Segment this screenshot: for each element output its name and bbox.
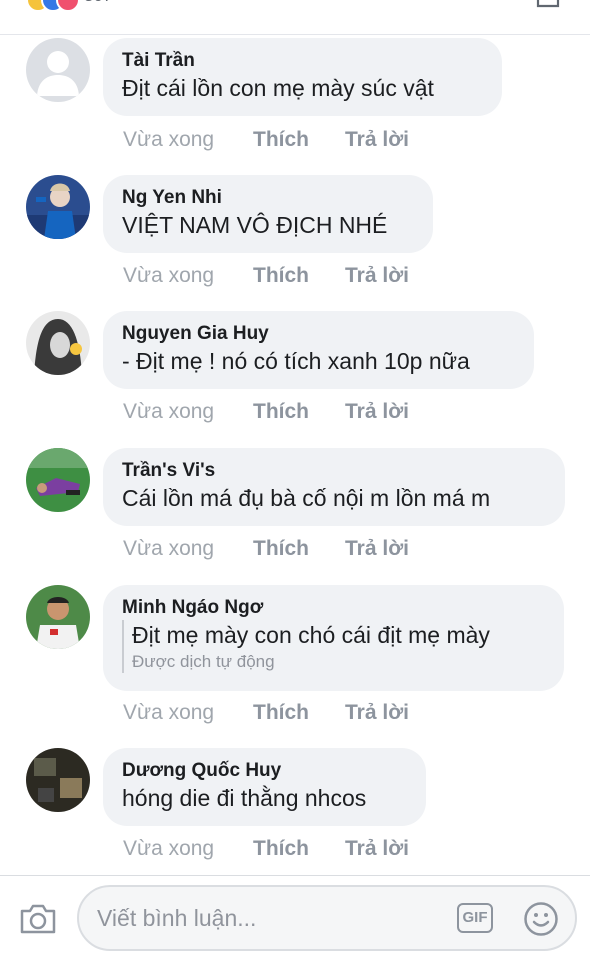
comment-bubble[interactable]: Dương Quốc Huy hóng die đi thằng nhcos [103,748,426,826]
avatar[interactable] [26,448,90,512]
like-button[interactable]: Thích [253,264,345,288]
comment-text: hóng die đi thằng nhcos [122,785,367,811]
comment-bubble[interactable]: Nguyen Gia Huy - Địt mẹ ! nó có tích xan… [103,311,534,389]
gif-button[interactable]: GIF [457,903,493,933]
comment-bubble[interactable]: Minh Ngáo Ngơ Địt mẹ mày con chó cái địt… [103,585,564,691]
comment-timestamp: Vừa xong [123,701,215,724]
emoji-icon[interactable] [523,901,559,937]
commenter-name[interactable]: Trần's Vi's [122,459,545,483]
commenter-name[interactable]: Dương Quốc Huy [122,759,406,783]
avatar[interactable] [26,585,90,649]
reply-button[interactable]: Trả lời [345,264,409,288]
comment-composer: Viết bình luận... GIF [0,875,590,961]
comment-placeholder: Viết bình luận... [97,905,257,931]
like-button[interactable]: Thích [253,537,345,561]
comment-actions: Vừa xong Thích Trả lời [123,837,409,861]
comment-input[interactable]: Viết bình luận... GIF [77,885,577,951]
reply-button[interactable]: Trả lời [345,128,409,152]
commenter-name[interactable]: Minh Ngáo Ngơ [122,596,544,620]
auto-translated-note[interactable]: Được dịch tự động [132,651,544,673]
avatar[interactable] [26,38,90,102]
reply-button[interactable]: Trả lời [345,537,409,561]
comment-bubble[interactable]: Tài Trần Địt cái lồn con mẹ mày súc vật [103,38,502,116]
comment-bubble[interactable]: Ng Yen Nhi VIỆT NAM VÔ ĐỊCH NHÉ [103,175,433,253]
default-avatar-icon [26,38,90,102]
comment-text: - Địt mẹ ! nó có tích xanh 10p nữa [122,348,470,374]
user-photo-avatar [26,748,90,812]
user-photo-avatar [26,448,90,512]
comment-text: Địt cái lồn con mẹ mày súc vật [122,75,434,101]
user-photo-avatar [26,175,90,239]
comment-timestamp: Vừa xong [123,264,215,287]
comment-text: Địt mẹ mày con chó cái địt mẹ mày [132,622,490,648]
avatar[interactable] [26,748,90,812]
comment-text: Cái lồn má đụ bà cố nội m lồn má m [122,485,491,511]
comment-timestamp: Vừa xong [123,128,215,151]
comment-actions: Vừa xong Thích Trả lời [123,264,409,288]
like-button[interactable]: Thích [253,837,345,861]
comment-timestamp: Vừa xong [123,837,215,860]
comment-actions: Vừa xong Thích Trả lời [123,701,409,725]
comment-bubble[interactable]: Trần's Vi's Cái lồn má đụ bà cố nội m lồ… [103,448,565,526]
user-photo-avatar [26,585,90,649]
avatar[interactable] [26,311,90,375]
translated-block: Địt mẹ mày con chó cái địt mẹ mày Được d… [122,620,544,673]
commenter-name[interactable]: Nguyen Gia Huy [122,322,514,346]
chevron-right-icon: › [196,0,203,5]
comment-actions: Vừa xong Thích Trả lời [123,400,409,424]
reply-button[interactable]: Trả lời [345,837,409,861]
avatar[interactable] [26,175,90,239]
comment-timestamp: Vừa xong [123,537,215,560]
post-reaction-bar: 307 › [0,0,590,35]
camera-icon[interactable] [18,902,58,936]
reply-button[interactable]: Trả lời [345,701,409,725]
haha-reaction-icon [56,0,80,12]
comment-actions: Vừa xong Thích Trả lời [123,537,409,561]
reaction-count: 307 [84,0,112,6]
commenter-name[interactable]: Ng Yen Nhi [122,186,413,210]
reply-button[interactable]: Trả lời [345,400,409,424]
user-photo-avatar [26,311,90,375]
like-button[interactable]: Thích [253,128,345,152]
comment-text: VIỆT NAM VÔ ĐỊCH NHÉ [122,212,388,238]
like-button[interactable]: Thích [253,400,345,424]
comment-timestamp: Vừa xong [123,400,215,423]
comment-actions: Vừa xong Thích Trả lời [123,128,409,152]
like-button[interactable]: Thích [253,701,345,725]
share-icon[interactable] [536,0,562,8]
commenter-name[interactable]: Tài Trần [122,49,482,73]
